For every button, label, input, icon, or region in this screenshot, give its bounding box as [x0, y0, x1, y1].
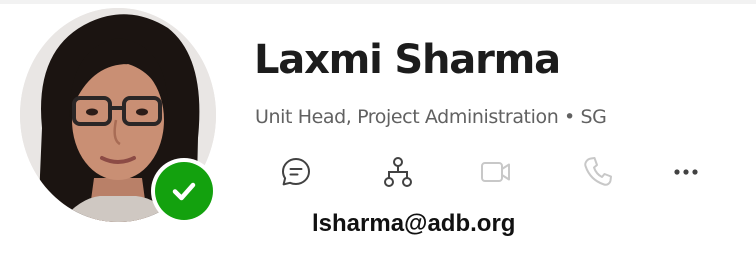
checkmark-icon	[172, 182, 196, 201]
audio-call-button[interactable]	[574, 148, 622, 196]
presence-badge	[151, 158, 217, 224]
phone-icon	[584, 157, 612, 186]
email-link[interactable]: lsharma@adb.org	[312, 208, 515, 240]
more-options-button[interactable]	[662, 148, 710, 196]
org-chart-icon	[384, 157, 412, 187]
video-call-button[interactable]	[472, 148, 520, 196]
more-horizontal-icon	[674, 169, 698, 175]
presence-available-indicator	[155, 162, 213, 220]
chat-icon	[282, 158, 310, 186]
contact-actions-bar	[272, 148, 712, 196]
org-chart-button[interactable]	[374, 148, 422, 196]
profile-title: Unit Head, Project Administration • SG	[255, 106, 607, 128]
video-camera-icon	[481, 162, 510, 182]
profile-name: Laxmi Sharma	[254, 37, 561, 83]
chat-button[interactable]	[272, 148, 320, 196]
header-divider	[0, 0, 756, 4]
